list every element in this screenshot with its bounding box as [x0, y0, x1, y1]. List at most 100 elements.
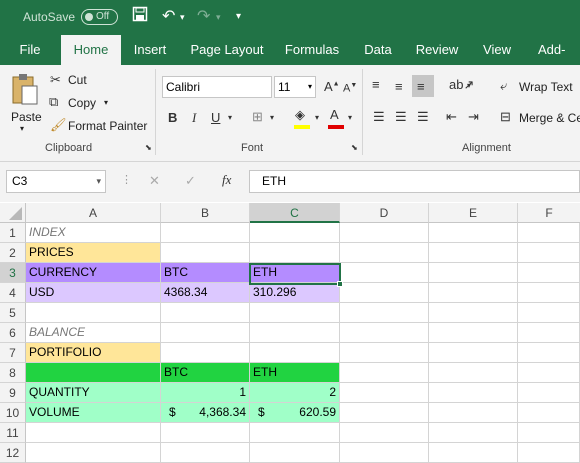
empty-cell[interactable]: [429, 443, 518, 463]
font-color-icon[interactable]: A: [330, 108, 339, 121]
save-icon[interactable]: [132, 6, 148, 27]
empty-cell[interactable]: [429, 423, 518, 443]
empty-cell[interactable]: [340, 423, 429, 443]
cell-c3[interactable]: ETH: [250, 263, 340, 283]
row-header-3[interactable]: 3: [0, 263, 26, 283]
empty-cell[interactable]: [340, 343, 429, 363]
cell-b10[interactable]: $ 4,368.34: [161, 403, 250, 423]
empty-cell[interactable]: [518, 303, 580, 323]
empty-cell[interactable]: [340, 283, 429, 303]
enter-icon[interactable]: ✓: [185, 174, 196, 187]
row-header-9[interactable]: 9: [0, 383, 26, 403]
font-size-combo[interactable]: 11 ▾: [274, 76, 316, 98]
insert-function-icon[interactable]: fx: [222, 173, 231, 186]
empty-cell[interactable]: [429, 323, 518, 343]
empty-cell[interactable]: [340, 383, 429, 403]
empty-cell[interactable]: [518, 443, 580, 463]
cell-a4[interactable]: USD: [26, 283, 161, 303]
tab-insert[interactable]: Insert: [127, 35, 173, 65]
decrease-indent-icon[interactable]: ⇤: [446, 110, 457, 123]
font-color-dropdown-icon[interactable]: ▾: [348, 114, 352, 122]
empty-cell[interactable]: [250, 423, 340, 443]
cut-button[interactable]: Cut: [68, 73, 87, 87]
cell-c9[interactable]: 2: [250, 383, 340, 403]
cell-a9[interactable]: QUANTITY: [26, 383, 161, 403]
empty-cell[interactable]: [518, 323, 580, 343]
empty-cell[interactable]: [518, 223, 580, 243]
empty-cell[interactable]: [518, 423, 580, 443]
orientation-dropdown-icon[interactable]: ▾: [467, 82, 471, 90]
empty-cell[interactable]: [161, 303, 250, 323]
cell-c10[interactable]: $ 620.59: [250, 403, 340, 423]
autosave-toggle[interactable]: Off: [81, 9, 118, 25]
cell-c4[interactable]: 310.296: [250, 283, 340, 303]
empty-cell[interactable]: [429, 343, 518, 363]
empty-cell[interactable]: [161, 223, 250, 243]
row-header-6[interactable]: 6: [0, 323, 26, 343]
formula-input[interactable]: ETH: [249, 170, 580, 193]
cell-a10[interactable]: VOLUME: [26, 403, 161, 423]
empty-cell[interactable]: [429, 283, 518, 303]
bold-icon[interactable]: B: [168, 111, 177, 124]
empty-cell[interactable]: [250, 323, 340, 343]
tab-data[interactable]: Data: [356, 35, 400, 65]
cell-a1[interactable]: INDEX: [26, 223, 161, 243]
cell-b3[interactable]: BTC: [161, 263, 250, 283]
empty-cell[interactable]: [518, 383, 580, 403]
empty-cell[interactable]: [161, 343, 250, 363]
empty-cell[interactable]: [340, 323, 429, 343]
column-header-a[interactable]: A: [26, 203, 161, 223]
empty-cell[interactable]: [429, 363, 518, 383]
middle-align-icon[interactable]: ≡: [395, 80, 403, 93]
row-header-8[interactable]: 8: [0, 363, 26, 383]
top-align-icon[interactable]: ≡: [372, 78, 380, 91]
row-header-1[interactable]: 1: [0, 223, 26, 243]
merge-center-button[interactable]: Merge & Ce: [519, 111, 580, 125]
empty-cell[interactable]: [250, 223, 340, 243]
underline-icon[interactable]: U: [211, 111, 220, 124]
tab-view[interactable]: View: [474, 35, 520, 65]
empty-cell[interactable]: [518, 343, 580, 363]
empty-cell[interactable]: [518, 363, 580, 383]
empty-cell[interactable]: [250, 303, 340, 323]
format-painter-button[interactable]: Format Painter: [68, 119, 147, 133]
increase-indent-icon[interactable]: ⇥: [468, 110, 479, 123]
row-header-10[interactable]: 10: [0, 403, 26, 423]
row-header-11[interactable]: 11: [0, 423, 26, 443]
empty-cell[interactable]: [340, 403, 429, 423]
cell-b4[interactable]: 4368.34: [161, 283, 250, 303]
empty-cell[interactable]: [340, 443, 429, 463]
empty-cell[interactable]: [161, 323, 250, 343]
row-header-2[interactable]: 2: [0, 243, 26, 263]
empty-cell[interactable]: [518, 243, 580, 263]
empty-cell[interactable]: [429, 383, 518, 403]
tab-add-ins[interactable]: Add-ins: [531, 35, 580, 87]
font-name-combo[interactable]: Calibri: [162, 76, 272, 98]
empty-cell[interactable]: [161, 443, 250, 463]
empty-cell[interactable]: [26, 303, 161, 323]
column-header-d[interactable]: D: [340, 203, 429, 223]
empty-cell[interactable]: [429, 223, 518, 243]
tab-page-layout[interactable]: Page Layout: [185, 35, 269, 65]
borders-icon[interactable]: ⊞: [252, 110, 263, 123]
tab-review[interactable]: Review: [411, 35, 463, 65]
cell-c8[interactable]: ETH: [250, 363, 340, 383]
decrease-font-icon[interactable]: A▼: [343, 82, 357, 95]
empty-cell[interactable]: [429, 303, 518, 323]
increase-font-icon[interactable]: A▲: [324, 80, 340, 93]
cell-b8[interactable]: BTC: [161, 363, 250, 383]
redo-dropdown-icon[interactable]: ▾: [216, 12, 221, 23]
customize-qat-icon[interactable]: ▾: [236, 11, 241, 22]
cell-a7[interactable]: PORTIFOLIO: [26, 343, 161, 363]
row-header-5[interactable]: 5: [0, 303, 26, 323]
underline-dropdown-icon[interactable]: ▾: [228, 114, 232, 122]
empty-cell[interactable]: [340, 243, 429, 263]
clipboard-launcher-icon[interactable]: ⬊: [145, 144, 152, 152]
cell-b9[interactable]: 1: [161, 383, 250, 403]
empty-cell[interactable]: [340, 223, 429, 243]
tab-file[interactable]: File: [8, 35, 52, 65]
paste-button[interactable]: Paste ▾: [8, 70, 42, 136]
select-all-corner[interactable]: [0, 203, 26, 223]
font-launcher-icon[interactable]: ⬊: [351, 144, 358, 152]
empty-cell[interactable]: [340, 303, 429, 323]
